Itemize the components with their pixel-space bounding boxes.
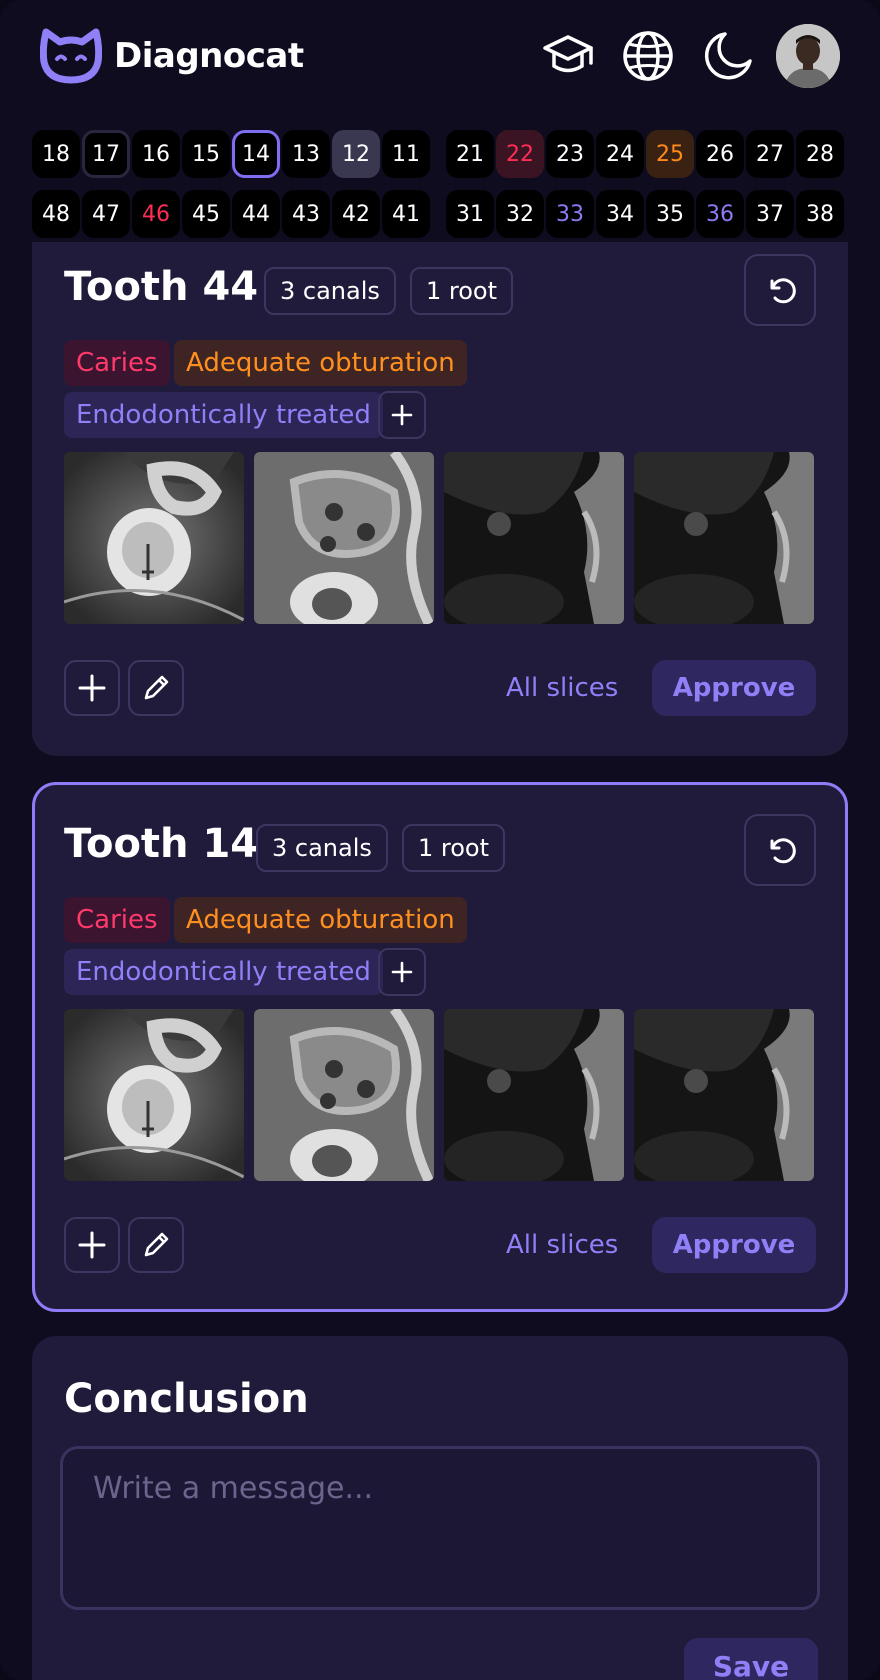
slice-image[interactable] — [64, 452, 244, 624]
moon-icon[interactable] — [700, 28, 756, 84]
pencil-icon — [144, 675, 169, 700]
tooth-chip-13[interactable]: 13 — [282, 130, 330, 178]
plus-icon — [391, 961, 413, 983]
tooth-chip-34[interactable]: 34 — [596, 190, 644, 238]
top-bar: Diagnocat — [0, 0, 880, 112]
tooth-chip-17[interactable]: 17 — [82, 130, 130, 178]
tooth-chip-38[interactable]: 38 — [796, 190, 844, 238]
roots-badge: 1 root — [402, 824, 506, 872]
tooth-card-44: Tooth 44 3 canals 1 root Caries Adequate… — [32, 242, 848, 756]
slice-image[interactable] — [254, 452, 434, 624]
tooth-chip-26[interactable]: 26 — [696, 130, 744, 178]
tooth-chip-47[interactable]: 47 — [82, 190, 130, 238]
brand-logo[interactable]: Diagnocat — [40, 28, 304, 84]
tooth-chip-15[interactable]: 15 — [182, 130, 230, 178]
tooth-chip-33[interactable]: 33 — [546, 190, 594, 238]
add-tag-button[interactable] — [378, 948, 426, 996]
tooth-chip-22[interactable]: 22 — [496, 130, 544, 178]
tag-caries[interactable]: Caries — [64, 340, 170, 386]
add-tag-button[interactable] — [378, 391, 426, 439]
add-button[interactable] — [64, 660, 120, 716]
tooth-chip-24[interactable]: 24 — [596, 130, 644, 178]
tooth-chip-37[interactable]: 37 — [746, 190, 794, 238]
undo-button[interactable] — [744, 814, 816, 886]
tooth-chip-21[interactable]: 21 — [446, 130, 494, 178]
tooth-chip-45[interactable]: 45 — [182, 190, 230, 238]
undo-button[interactable] — [744, 254, 816, 326]
tooth-chip-42[interactable]: 42 — [332, 190, 380, 238]
conclusion-title: Conclusion — [64, 1376, 309, 1422]
slice-image[interactable] — [444, 452, 624, 624]
slice-image[interactable] — [634, 1009, 814, 1181]
conclusion-card: Conclusion Save — [32, 1336, 848, 1680]
cat-logo-icon — [40, 28, 102, 84]
globe-icon[interactable] — [620, 28, 676, 84]
all-slices-link[interactable]: All slices — [506, 1230, 618, 1260]
add-button[interactable] — [64, 1217, 120, 1273]
tooth-chip-23[interactable]: 23 — [546, 130, 594, 178]
save-button[interactable]: Save — [684, 1638, 818, 1680]
slice-image[interactable] — [64, 1009, 244, 1181]
tooth-chip-44[interactable]: 44 — [232, 190, 280, 238]
all-slices-link[interactable]: All slices — [506, 673, 618, 703]
card-title: Tooth 14 — [64, 821, 259, 867]
brand-name: Diagnocat — [114, 36, 304, 76]
tooth-chip-16[interactable]: 16 — [132, 130, 180, 178]
tag-caries[interactable]: Caries — [64, 897, 170, 943]
graduation-cap-icon[interactable] — [540, 28, 596, 84]
tooth-chip-28[interactable]: 28 — [796, 130, 844, 178]
tag-endodontically-treated[interactable]: Endodontically treated — [64, 392, 383, 438]
slice-image[interactable] — [634, 452, 814, 624]
tag-adequate-obturation[interactable]: Adequate obturation — [174, 340, 467, 386]
slice-image[interactable] — [444, 1009, 624, 1181]
tooth-chip-46[interactable]: 46 — [132, 190, 180, 238]
conclusion-message-input[interactable] — [60, 1446, 820, 1610]
plus-icon — [78, 674, 106, 702]
approve-button[interactable]: Approve — [652, 1217, 816, 1273]
app-root: Diagnocat 18 17 16 15 14 13 12 11 21 22 … — [0, 0, 880, 1680]
approve-button[interactable]: Approve — [652, 660, 816, 716]
tooth-chip-48[interactable]: 48 — [32, 190, 80, 238]
tooth-chip-11[interactable]: 11 — [382, 130, 430, 178]
tooth-chip-36[interactable]: 36 — [696, 190, 744, 238]
tooth-chip-14[interactable]: 14 — [232, 130, 280, 178]
canals-badge: 3 canals — [264, 267, 396, 315]
tooth-chart: 18 17 16 15 14 13 12 11 21 22 23 24 25 26 27 28 48 47 46 4… — [0, 126, 880, 260]
tooth-chip-12[interactable]: 12 — [332, 130, 380, 178]
undo-icon — [770, 838, 796, 864]
tooth-chip-35[interactable]: 35 — [646, 190, 694, 238]
tooth-chip-43[interactable]: 43 — [282, 190, 330, 238]
tooth-card-14: Tooth 14 3 canals 1 root Caries Adequate… — [32, 782, 848, 1312]
undo-icon — [770, 278, 796, 304]
edit-button[interactable] — [128, 660, 184, 716]
pencil-icon — [144, 1232, 169, 1257]
roots-badge: 1 root — [410, 267, 514, 315]
tag-adequate-obturation[interactable]: Adequate obturation — [174, 897, 467, 943]
tooth-chip-27[interactable]: 27 — [746, 130, 794, 178]
canals-badge: 3 canals — [256, 824, 388, 872]
tooth-chip-18[interactable]: 18 — [32, 130, 80, 178]
tooth-chip-41[interactable]: 41 — [382, 190, 430, 238]
tooth-chip-31[interactable]: 31 — [446, 190, 494, 238]
card-title: Tooth 44 — [64, 264, 259, 310]
plus-icon — [78, 1231, 106, 1259]
tag-endodontically-treated[interactable]: Endodontically treated — [64, 949, 383, 995]
tooth-chip-25[interactable]: 25 — [646, 130, 694, 178]
user-avatar[interactable] — [776, 24, 840, 88]
edit-button[interactable] — [128, 1217, 184, 1273]
tooth-chip-32[interactable]: 32 — [496, 190, 544, 238]
plus-icon — [391, 404, 413, 426]
slice-image[interactable] — [254, 1009, 434, 1181]
